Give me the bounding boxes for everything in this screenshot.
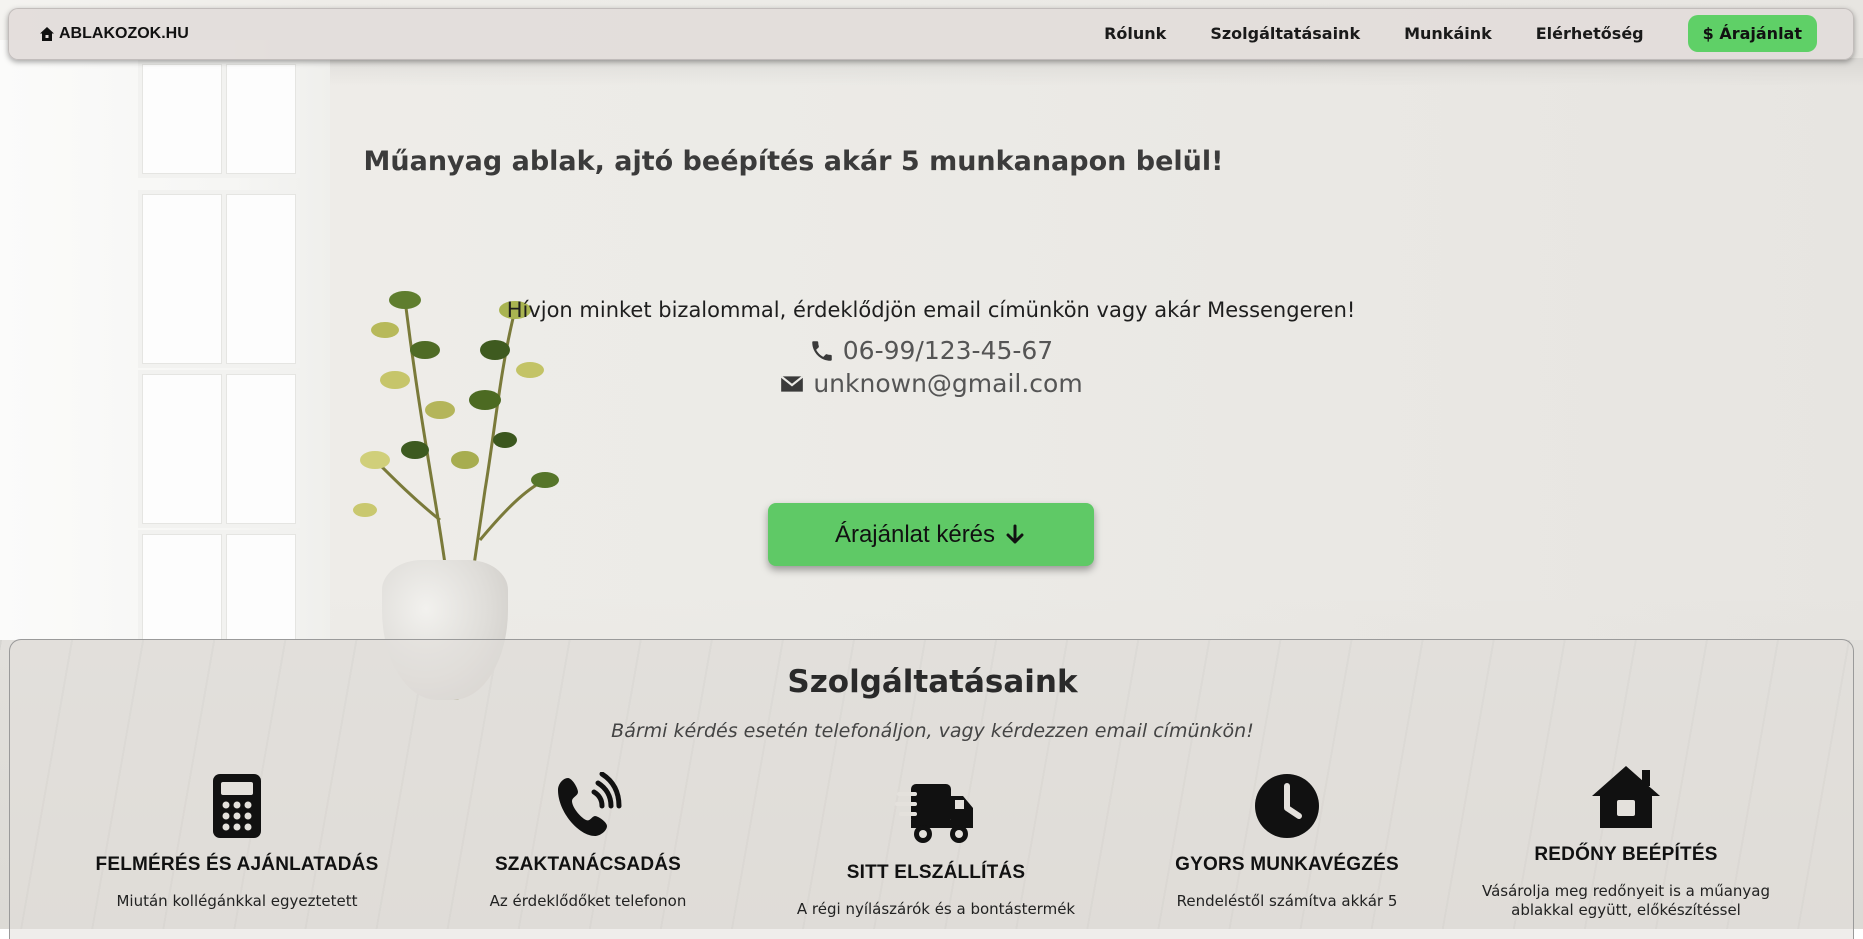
clock-icon xyxy=(1255,774,1319,838)
top-navbar: ABLAKOZOK.HU Rólunk Szolgáltatásaink Mun… xyxy=(8,8,1854,60)
arrow-down-icon xyxy=(1006,524,1024,543)
contact-phone[interactable]: 06-99/123-45-67 xyxy=(476,336,1386,365)
services-subtitle: Bármi kérdés esetén telefonáljon, vagy k… xyxy=(611,720,1254,742)
service-card-consulting: SZAKTANÁCSADÁS Az érdeklődőket telefonon xyxy=(428,772,748,911)
contact-email[interactable]: unknown@gmail.com xyxy=(476,369,1386,398)
request-quote-button[interactable]: Árajánlat kérés xyxy=(768,503,1094,566)
services-title: Szolgáltatásaink xyxy=(787,664,1078,700)
service-title: REDŐNY BEÉPÍTÉS xyxy=(1534,844,1718,865)
nav-link-elerhetoseg[interactable]: Elérhetőség xyxy=(1536,24,1644,43)
nav-quote-button[interactable]: $ Árajánlat xyxy=(1687,15,1817,52)
service-desc: Rendeléstől számítva akkár 5 xyxy=(1176,892,1398,910)
nav-links: Rólunk Szolgáltatásaink Munkáink Elérhet… xyxy=(1060,15,1817,52)
service-title: SZAKTANÁCSADÁS xyxy=(494,854,682,875)
nav-quote-label: $ Árajánlat xyxy=(1702,24,1802,43)
window-decoration xyxy=(0,40,330,720)
service-desc: A régi nyílászárók és a bontástermék xyxy=(796,900,1076,918)
phone-number: 06-99/123-45-67 xyxy=(842,336,1054,365)
nav-link-szolgaltatasaink[interactable]: Szolgáltatásaink xyxy=(1210,24,1360,43)
service-card-survey: FELMÉRÉS ÉS AJÁNLATADÁS Miután kollégánk… xyxy=(77,772,397,911)
hero-title: Műanyag ablak, ajtó beépítés akár 5 munk… xyxy=(0,146,1863,177)
email-address: unknown@gmail.com xyxy=(813,369,1083,398)
nav-link-munkaink[interactable]: Munkáink xyxy=(1404,24,1492,43)
service-desc: Miután kollégánkkal egyeztetett xyxy=(116,892,358,910)
brand-logo[interactable]: ABLAKOZOK.HU xyxy=(39,25,189,43)
service-card-shutter: REDŐNY BEÉPÍTÉS Vásárolja meg redőnyeit … xyxy=(1466,764,1786,920)
envelope-icon xyxy=(780,375,804,392)
service-card-debris: SITT ELSZÁLLÍTÁS A régi nyílászárók és a… xyxy=(776,780,1096,919)
request-quote-label: Árajánlat kérés xyxy=(834,520,996,548)
brand-name: ABLAKOZOK.HU xyxy=(59,25,189,42)
hero-title-text: Műanyag ablak, ajtó beépítés akár 5 munk… xyxy=(363,146,1224,177)
service-title: GYORS MUNKAVÉGZÉS xyxy=(1175,854,1399,875)
hero-subtitle: Hívjon minket bizalommal, érdeklődjön em… xyxy=(506,298,1356,322)
service-desc: Az érdeklődőket telefonon xyxy=(489,892,687,910)
nav-link-rolunk[interactable]: Rólunk xyxy=(1104,24,1166,43)
services-section: Szolgáltatásaink Bármi kérdés esetén tel… xyxy=(9,639,1854,939)
phone-icon xyxy=(812,340,832,361)
truck-fast-icon xyxy=(895,784,973,843)
calculator-icon xyxy=(213,774,261,838)
house-icon xyxy=(40,27,54,41)
service-desc: Vásárolja meg redőnyeit is a műanyag abl… xyxy=(1481,882,1771,919)
phone-volume-icon xyxy=(558,772,622,836)
service-title: FELMÉRÉS ÉS AJÁNLATADÁS xyxy=(95,854,379,875)
service-title: SITT ELSZÁLLÍTÁS xyxy=(846,862,1026,883)
service-card-fast-work: GYORS MUNKAVÉGZÉS Rendeléstől számítva a… xyxy=(1127,772,1447,911)
house-icon xyxy=(1592,766,1660,828)
